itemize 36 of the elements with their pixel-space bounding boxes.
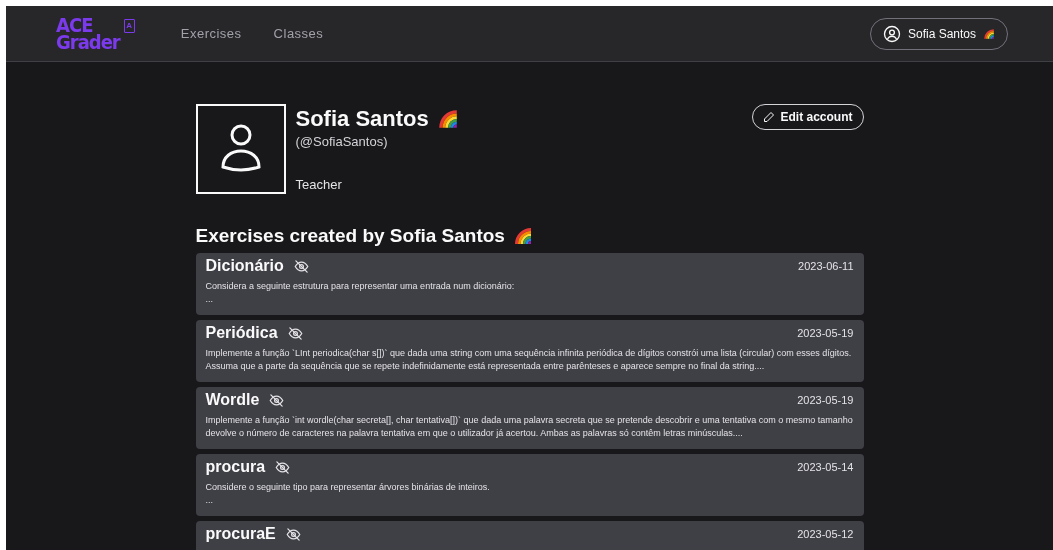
profile-name: Sofia Santos (295, 106, 429, 132)
section-heading: Exercises created by Sofia Santos (195, 225, 505, 247)
exercise-title: Periódica (205, 324, 278, 342)
exercise-card[interactable] (195, 387, 864, 449)
exercise-card[interactable]: Dicionário 2023-06-11 Considera a seguinte estrutura para representar uma entrada num dicionário: ... (195, 253, 864, 315)
exercise-date: 2023-05-12 (797, 528, 854, 540)
exercise-title: procura (205, 458, 266, 476)
pencil-icon (763, 111, 776, 123)
eye-off-icon (269, 392, 285, 408)
user-icon (882, 24, 901, 43)
exercise-description: Considere o seguinte tipo para representar árvores binárias de inteiros. ... (205, 481, 491, 507)
exercise-card[interactable]: procuraE 2023-05-12 (195, 521, 864, 550)
eye-off-icon (287, 325, 303, 341)
nav-link[interactable]: Exercises (164, 26, 258, 41)
rainbow-icon (512, 226, 533, 246)
exercise-description: Considera a seguinte estrutura para representar uma entrada num dicionário: ... (205, 280, 516, 306)
logo-badge: A (123, 18, 135, 33)
exercise-card[interactable]: procura 2023-05-14 Considere o seguinte tipo para representar árvores binárias de inteiros. ... (195, 454, 864, 516)
exercise-date: 2023-06-11 (798, 260, 854, 272)
username: (@SofiaSantos) (295, 134, 389, 149)
exercise-date: 2023-05-14 (797, 461, 854, 473)
eye-off-icon (285, 526, 301, 542)
exercise-title: Wordle (205, 391, 260, 409)
exercise-description: Implemente a função `LInt periodica(char s[])` que dada uma string com uma sequência infinita periódica de dígitos constrói uma lista (circular) com esses dígitos. Assuma que a parte da sequência que se repete indefinidamente está representada entre parênteses e aparece sempre no final da string.... (205, 347, 853, 373)
role-label: Teacher (295, 177, 343, 192)
rainbow-icon (436, 108, 459, 130)
exercise-date: 2023-05-19 (797, 327, 854, 339)
exercise-title: procuraE (205, 525, 276, 543)
eye-off-icon (275, 459, 291, 475)
exercise-card[interactable] (195, 320, 864, 382)
exercise-date: 2023-05-19 (797, 394, 854, 406)
eye-off-icon (293, 258, 309, 274)
exercise-description: Implemente a função `int wordle(char secreta[], char tentativa[])` que dada uma palavra secreta que se pretende descobrir e uma tentativa com o mesmo tamanho devolve o número de caracteres na palavra tentativa em que o utilizador já acertou. Ambas as palavras só contêm letras minúsculas.... (205, 414, 854, 440)
exercise-title: Dicionário (205, 257, 284, 275)
rainbow-icon (983, 27, 995, 40)
nav-link[interactable]: Classes (257, 26, 340, 41)
